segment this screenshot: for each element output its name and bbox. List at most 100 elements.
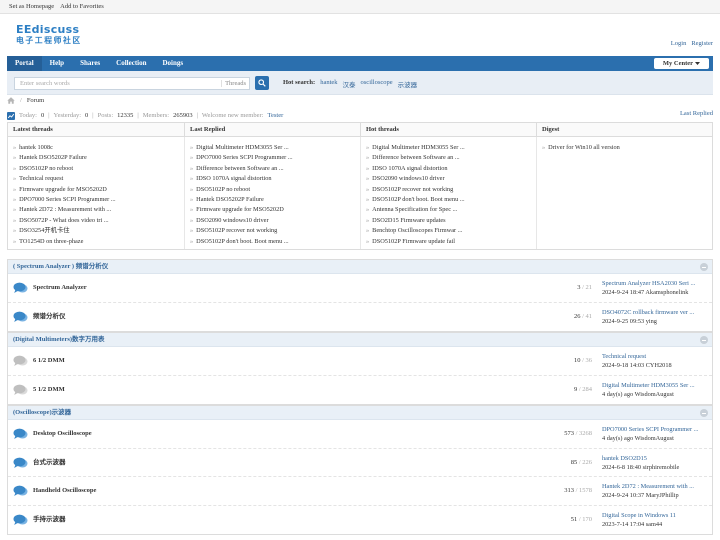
thread-link[interactable]: Hantek DSO5202P Failure	[190, 195, 360, 205]
category-title[interactable]: ( Spectrum Analyzer ) 频谱分析仪	[13, 260, 108, 274]
login-link[interactable]: Login	[671, 40, 687, 47]
today-label: Today:	[19, 112, 37, 119]
today-count: 0	[40, 112, 45, 119]
thread-count: 313	[564, 487, 574, 494]
collapse-icon[interactable]	[700, 263, 708, 271]
nav-collection[interactable]: Collection	[108, 56, 154, 71]
last-post: hantek DSO2D15 2024-6-8 18:40 sirphiremob…	[602, 454, 679, 472]
thread-link[interactable]: hantek 1008c	[13, 143, 184, 153]
my-center-button[interactable]: My Center	[654, 58, 709, 69]
hot-term-link[interactable]: 示波器	[398, 79, 418, 89]
thread-link[interactable]: Firmware upgrade for MSO5202D	[190, 205, 360, 215]
collapse-icon[interactable]	[700, 409, 708, 417]
thread-link[interactable]: DSO5102P recover not working	[190, 226, 360, 236]
thread-link[interactable]: DPO7000 Series SCPI Programmer ...	[13, 195, 184, 205]
nav-shares[interactable]: Shares	[72, 56, 108, 71]
thread-link[interactable]: DSO5102P no reboot	[190, 185, 360, 195]
tab-digest[interactable]: Digest	[537, 123, 712, 136]
search-input[interactable]: Enter search words	[15, 80, 221, 87]
hot-term-link[interactable]: 汉泰	[343, 79, 356, 89]
last-post-link[interactable]: Digital Multimeter HDM3055 Ser ...	[602, 381, 695, 390]
category-title[interactable]: (Oscilloscope)示波器	[13, 406, 71, 420]
last-post-meta: 4 day(s) ago WisdomAugust	[602, 435, 674, 442]
thread-link[interactable]: Hantek 2D72 : Measurement with ...	[13, 205, 184, 215]
collapse-icon[interactable]	[700, 336, 708, 344]
thread-link[interactable]: DSO3254开机卡住	[13, 226, 184, 236]
new-member-link[interactable]: Tester	[267, 112, 283, 119]
thread-link[interactable]: DSO2D15 Firmware updates	[366, 216, 536, 226]
hot-term-link[interactable]: oscilloscope	[361, 79, 393, 89]
thread-link[interactable]: DSO5102P don't boot. Boot menu ...	[366, 195, 536, 205]
add-favorites-link[interactable]: Add to Favorites	[60, 3, 104, 10]
forum-name-link[interactable]: 6 1/2 DMM	[33, 347, 65, 376]
search-button[interactable]	[255, 76, 269, 90]
site-logo[interactable]: EEdiscuss 电子工程师社区	[16, 24, 82, 46]
nav-portal[interactable]: Portal	[7, 56, 42, 71]
forum-category: (Oscilloscope)示波器 Desktop Oscilloscope 573…	[7, 405, 713, 535]
thread-link[interactable]: IDSO 1070A signal distortion	[366, 164, 536, 174]
thread-link[interactable]: Difference between Software an ...	[366, 153, 536, 163]
thread-link[interactable]: Digital Multimeter HDM3055 Ser ...	[190, 143, 360, 153]
last-post-link[interactable]: Technical request	[602, 352, 672, 361]
last-post-link[interactable]: Spectrum Analyzer HSA2030 Seri ...	[602, 279, 695, 288]
forum-name-link[interactable]: Handheld Oscilloscope	[33, 477, 96, 506]
forum-name-link[interactable]: Spectrum Analyzer	[33, 274, 87, 303]
thread-link[interactable]: DSO5102P Firmware update fail	[366, 237, 536, 247]
thread-link[interactable]: DSO2090 windows10 driver	[190, 216, 360, 226]
thread-link[interactable]: DSO5102P don't boot. Boot menu ...	[190, 237, 360, 247]
thread-link[interactable]: Antenna Specification for Spec ...	[366, 205, 536, 215]
set-homepage-link[interactable]: Set as Homepage	[9, 3, 54, 10]
tab-hot-threads[interactable]: Hot threads	[361, 123, 537, 136]
thread-link[interactable]: DSO5102P recover not working	[366, 185, 536, 195]
last-post-link[interactable]: hantek DSO2D15	[602, 454, 679, 463]
threads-panel-header: Latest threads Last Replied Hot threads …	[8, 123, 712, 137]
thread-link[interactable]: IDSO 1070A signal distortion	[190, 174, 360, 184]
post-count: 226	[582, 458, 592, 466]
thread-link[interactable]: Technical request	[13, 174, 184, 184]
forum-icon	[13, 384, 28, 395]
last-post-meta: 2024-9-24 10:37 MaryJPhillip	[602, 492, 679, 499]
category-title[interactable]: (Digital Multimeters)数字万用表	[13, 333, 105, 347]
thread-link[interactable]: DPO7000 Series SCPI Programmer ...	[190, 153, 360, 163]
forum-name-link[interactable]: 手持示波器	[33, 506, 66, 535]
category-header: (Digital Multimeters)数字万用表	[8, 333, 712, 347]
last-post-link[interactable]: Digital Scope in Windows 11	[602, 511, 676, 520]
thread-link[interactable]: TO1254D on three-phaze	[13, 237, 184, 247]
forum-counts: 573 / 3268	[564, 420, 592, 449]
thread-link[interactable]: Firmware upgrade for MSO5202D	[13, 185, 184, 195]
post-count: 170	[582, 515, 592, 523]
breadcrumb-forum[interactable]: Forum	[27, 97, 44, 104]
nav-doings[interactable]: Doings	[155, 56, 192, 71]
thread-link[interactable]: DSO2090 windows10 driver	[366, 174, 536, 184]
last-post-meta: 2024-9-18 14:03 CYH2018	[602, 362, 672, 369]
thread-link[interactable]: DSO5072P - What does video tri ...	[13, 216, 184, 226]
yesterday-label: Yesterday:	[53, 112, 82, 119]
forum-name-link[interactable]: Desktop Oscilloscope	[33, 420, 92, 449]
register-link[interactable]: Register	[691, 40, 713, 47]
thread-link[interactable]: Driver for Win10 all version	[542, 143, 712, 153]
thread-link[interactable]: Digital Multimeter HDM3055 Ser ...	[366, 143, 536, 153]
last-post-link[interactable]: DSO4072C rollback firmware ver ...	[602, 308, 694, 317]
tab-last-replied[interactable]: Last Replied	[185, 123, 361, 136]
last-post-meta: 2024-9-25 09:53 ying	[602, 317, 657, 325]
search-type-select[interactable]: Threads	[221, 80, 249, 87]
forum-name-link[interactable]: 频谱分析仪	[33, 303, 66, 332]
thread-link[interactable]: Difference between Software an ...	[190, 164, 360, 174]
forum-category: ( Spectrum Analyzer ) 频谱分析仪 Spectrum Anal…	[7, 259, 713, 332]
thread-link[interactable]: Hantek DSO5202P Failure	[13, 153, 184, 163]
home-icon[interactable]	[7, 97, 15, 104]
category-header: ( Spectrum Analyzer ) 频谱分析仪	[8, 260, 712, 274]
forum-name-link[interactable]: 5 1/2 DMM	[33, 376, 65, 405]
thread-link[interactable]: DSO5102P no reboot	[13, 164, 184, 174]
forum-name-link[interactable]: 台式示波器	[33, 449, 66, 478]
last-replied-link[interactable]: Last Replied	[680, 110, 713, 117]
forum-row: Spectrum Analyzer 3 / 21 Spectrum Analyzer…	[8, 274, 712, 303]
nav-help[interactable]: Help	[42, 56, 72, 71]
thread-link[interactable]: Benchtop Oscilloscopes Firmwar ...	[366, 226, 536, 236]
hot-search: Hot search: hantek 汉泰 oscilloscope 示波器	[283, 79, 417, 89]
tab-latest-threads[interactable]: Latest threads	[8, 123, 185, 136]
forum-counts: 51 / 170	[571, 506, 592, 535]
last-post-link[interactable]: DPO7000 Series SCPI Programmer ...	[602, 425, 698, 434]
last-post-link[interactable]: Hantek 2D72 : Measurement with ...	[602, 482, 694, 491]
hot-term-link[interactable]: hantek	[320, 79, 337, 89]
